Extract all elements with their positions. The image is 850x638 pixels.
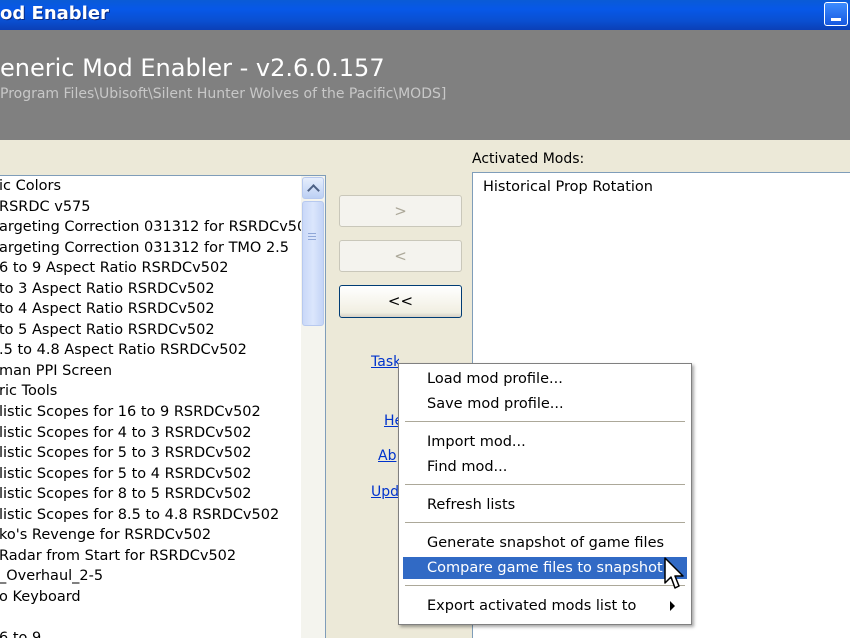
list-item[interactable]: argeting Correction 031312 for TMO 2.5 <box>0 238 301 259</box>
menu-item-export-label: Export activated mods list to <box>427 598 637 614</box>
list-item[interactable]: listic Scopes for 4 to 3 RSRDCv502 <box>0 423 301 444</box>
minimize-button[interactable] <box>824 2 848 26</box>
list-item[interactable]: listic Scopes for 5 to 3 RSRDCv502 <box>0 443 301 464</box>
list-item[interactable]: 6 to 9 <box>0 628 301 638</box>
menu-item-generate-snapshot[interactable]: Generate snapshot of game files <box>403 532 687 554</box>
menu-separator <box>405 585 685 587</box>
help-link[interactable]: He <box>384 413 398 429</box>
scrollbar[interactable] <box>301 176 325 638</box>
list-item[interactable]: Radar from Start for RSRDCv502 <box>0 546 301 567</box>
list-item[interactable]: man PPI Screen <box>0 361 301 382</box>
list-item[interactable]: listic Scopes for 5 to 4 RSRDCv502 <box>0 464 301 485</box>
scroll-thumb[interactable] <box>302 201 324 326</box>
deactivate-button[interactable]: < <box>339 240 462 272</box>
available-mods-items: ic Colors RSRDC v575 argeting Correction 0… <box>0 176 301 638</box>
title-bar: od Enabler <box>0 0 850 30</box>
menu-item-import-mod[interactable]: Import mod... <box>403 431 687 453</box>
menu-separator <box>405 522 685 524</box>
list-item[interactable]: to 4 Aspect Ratio RSRDCv502 <box>0 299 301 320</box>
menu-item-compare-snapshot[interactable]: Compare game files to snapshot <box>403 557 687 579</box>
list-item[interactable]: .5 to 4.8 Aspect Ratio RSRDCv502 <box>0 340 301 361</box>
menu-item-export-list[interactable]: Export activated mods list to <box>403 595 687 617</box>
deactivate-all-button[interactable]: << <box>339 285 462 318</box>
activate-button[interactable]: > <box>339 195 462 227</box>
list-item[interactable]: _Overhaul_2-5 <box>0 566 301 587</box>
scroll-up-button[interactable] <box>302 177 324 199</box>
list-item[interactable]: Historical Prop Rotation <box>483 177 653 197</box>
tasks-context-menu: Load mod profile... Save mod profile... … <box>398 363 692 625</box>
list-item[interactable]: 6 to 9 Aspect Ratio RSRDCv502 <box>0 258 301 279</box>
list-item[interactable]: o Keyboard <box>0 587 301 608</box>
submenu-arrow-icon <box>670 601 675 611</box>
available-mods-list[interactable]: ic Colors RSRDC v575 argeting Correction 0… <box>0 175 326 638</box>
list-item[interactable]: listic Scopes for 8.5 to 4.8 RSRDCv502 <box>0 505 301 526</box>
about-link[interactable]: Ab <box>378 448 398 464</box>
mouse-pointer-icon <box>664 557 684 589</box>
scroll-grip-icon <box>308 233 316 242</box>
minimize-icon <box>831 18 841 21</box>
menu-separator <box>405 484 685 486</box>
window-title: od Enabler <box>0 3 109 24</box>
list-item[interactable] <box>0 607 301 628</box>
menu-item-find-mod[interactable]: Find mod... <box>403 456 687 478</box>
menu-item-load-profile[interactable]: Load mod profile... <box>403 368 687 390</box>
list-item[interactable]: ic Colors <box>0 176 301 197</box>
list-item[interactable]: RSRDC v575 <box>0 197 301 218</box>
list-item[interactable]: to 3 Aspect Ratio RSRDCv502 <box>0 279 301 300</box>
menu-item-refresh-lists[interactable]: Refresh lists <box>403 494 687 516</box>
activated-mods-label: Activated Mods: <box>472 151 585 167</box>
list-item[interactable]: listic Scopes for 8 to 5 RSRDCv502 <box>0 484 301 505</box>
menu-item-save-profile[interactable]: Save mod profile... <box>403 393 687 415</box>
app-header: eneric Mod Enabler - v2.6.0.157 Program … <box>0 30 850 140</box>
list-item[interactable]: ko's Revenge for RSRDCv502 <box>0 525 301 546</box>
tasks-link[interactable]: Tasks <box>371 354 399 370</box>
list-item[interactable]: to 5 Aspect Ratio RSRDCv502 <box>0 320 301 341</box>
list-item[interactable]: listic Scopes for 16 to 9 RSRDCv502 <box>0 402 301 423</box>
update-link[interactable]: Upd <box>371 484 398 500</box>
list-item[interactable]: ric Tools <box>0 381 301 402</box>
list-item[interactable]: argeting Correction 031312 for RSRDCv502 <box>0 217 301 238</box>
menu-separator <box>405 421 685 423</box>
mods-path: Program Files\Ubisoft\Silent Hunter Wolv… <box>0 86 447 102</box>
app-title: eneric Mod Enabler - v2.6.0.157 <box>0 54 385 82</box>
